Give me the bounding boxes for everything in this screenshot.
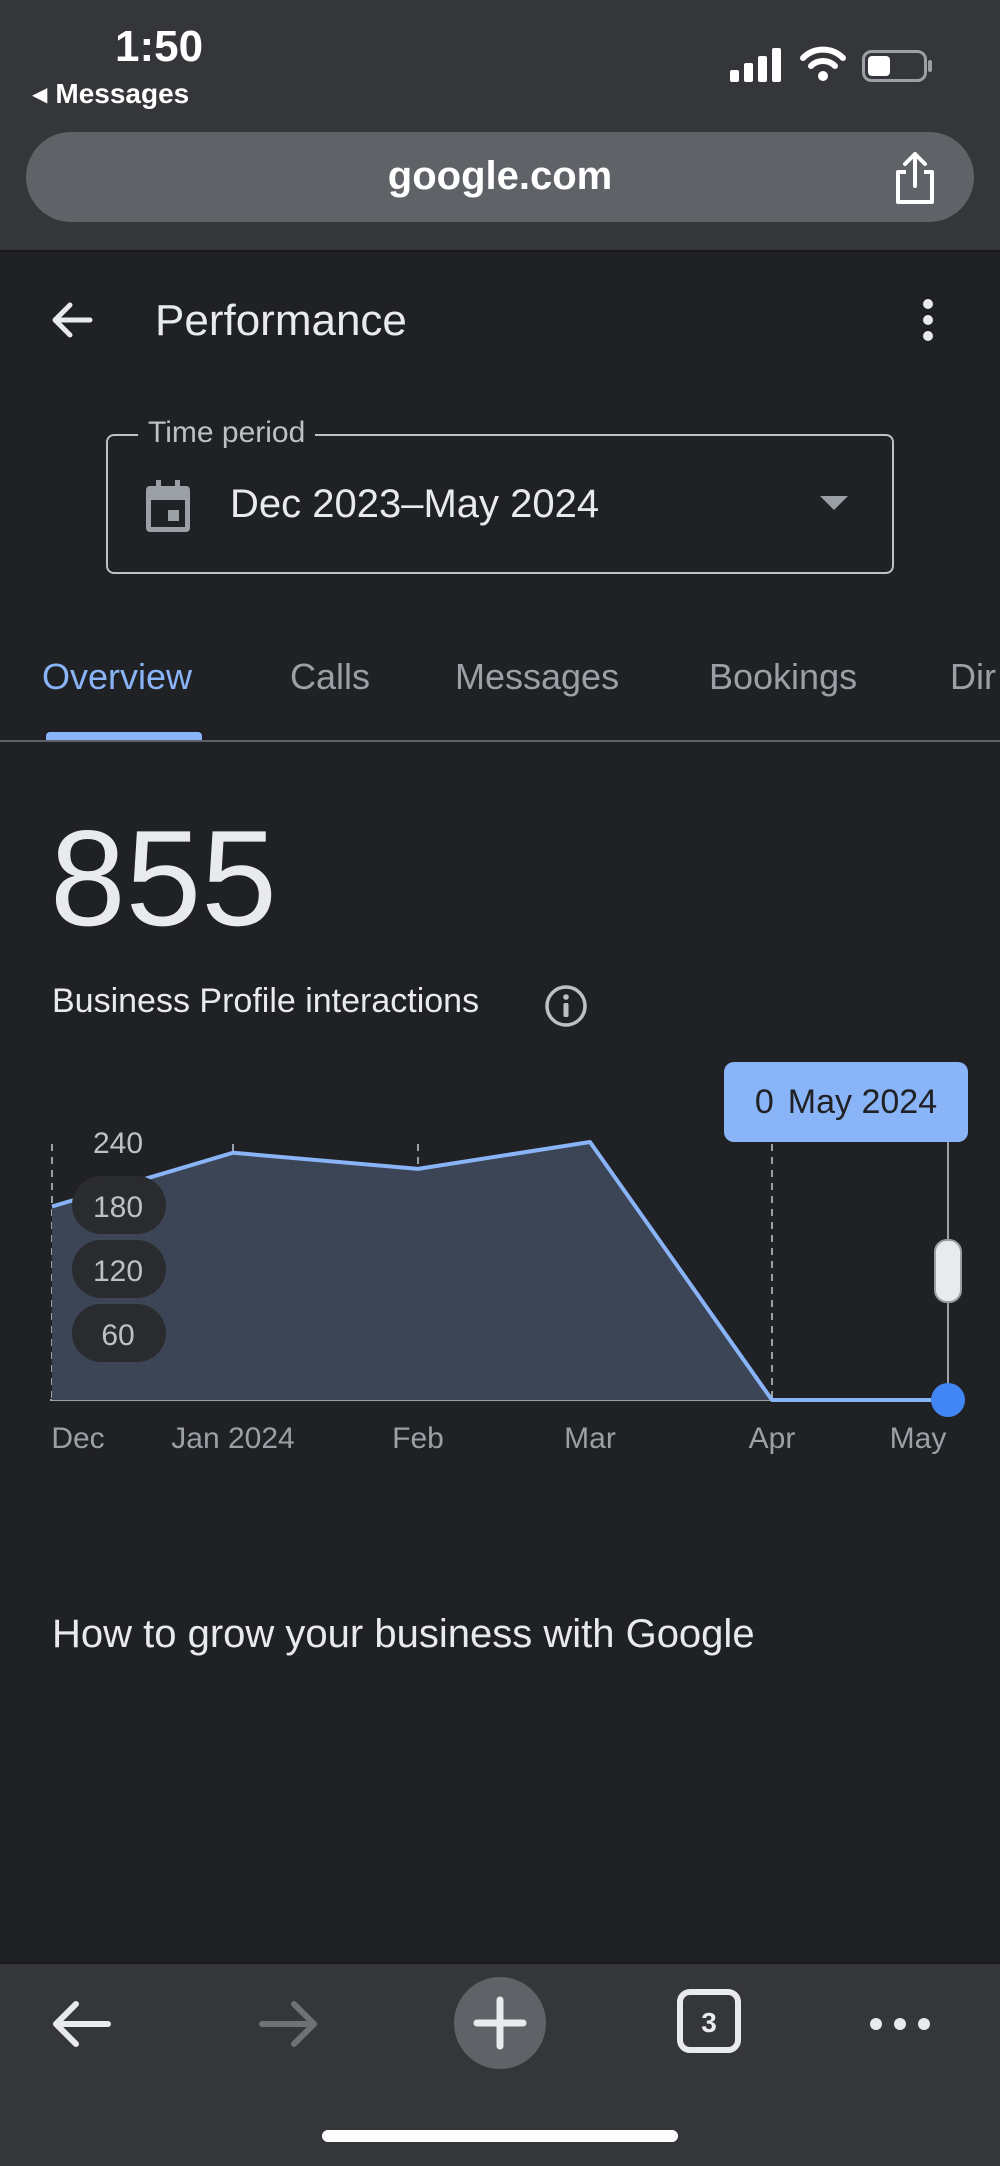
more-vertical-icon[interactable] — [916, 296, 940, 344]
home-indicator — [322, 2130, 678, 2142]
y-tick-label: 60 — [101, 1319, 134, 1352]
tab-directions[interactable]: Dir — [950, 656, 996, 698]
info-icon[interactable] — [544, 984, 588, 1028]
tooltip-value: 0 — [754, 1082, 774, 1121]
x-tick-label: Mar — [564, 1422, 616, 1455]
browser-forward-icon[interactable] — [258, 1998, 320, 2050]
tab-calls[interactable]: Calls — [290, 656, 370, 698]
arrow-left-icon[interactable] — [48, 296, 96, 344]
tab-switcher-icon[interactable]: 3 — [676, 1988, 742, 2054]
tab-messages[interactable]: Messages — [455, 656, 619, 698]
calendar-icon — [146, 480, 190, 532]
metric-label: Business Profile interactions — [52, 982, 480, 1020]
y-tick-label: 180 — [93, 1191, 143, 1224]
chart-cursor-handle[interactable] — [934, 1239, 962, 1303]
tab-bookings[interactable]: Bookings — [709, 656, 857, 698]
share-icon[interactable] — [890, 150, 940, 206]
status-time: 1:50 — [115, 22, 204, 71]
chart-area-fill — [52, 1142, 948, 1400]
tab-count: 3 — [701, 2007, 717, 2038]
address-bar[interactable]: google.com — [26, 132, 974, 222]
y-tick-label: 120 — [93, 1255, 143, 1288]
time-period-value: Dec 2023–May 2024 — [230, 482, 600, 526]
tab-overview[interactable]: Overview — [42, 656, 192, 698]
tooltip-month: May 2024 — [787, 1082, 938, 1121]
cell-signal-icon — [730, 48, 781, 82]
back-app-label: Messages — [55, 78, 190, 109]
x-tick-label: May — [890, 1422, 947, 1455]
caret-down-icon — [820, 496, 848, 510]
back-triangle-icon: ◀ — [32, 83, 48, 106]
x-tick-label: Feb — [392, 1422, 444, 1455]
section-heading: How to grow your business with Google — [52, 1612, 755, 1656]
x-tick-label: Jan 2024 — [171, 1422, 294, 1455]
back-to-app-link[interactable]: ◀ Messages — [32, 78, 189, 110]
x-tick-label: Apr — [749, 1422, 796, 1455]
page-title: Performance — [155, 296, 407, 345]
new-tab-icon[interactable] — [453, 1976, 547, 2070]
more-horizontal-icon[interactable] — [868, 2012, 932, 2036]
y-tick-label: 240 — [93, 1127, 143, 1160]
address-text: google.com — [387, 154, 613, 198]
tabs-divider — [0, 740, 1000, 742]
tab-bar: Overview Calls Messages Bookings Dir — [0, 640, 1000, 742]
x-tick-label: Dec — [51, 1422, 104, 1455]
wifi-icon — [800, 46, 846, 81]
metric-value: 855 — [50, 802, 277, 954]
chart-selected-point[interactable] — [931, 1383, 965, 1417]
battery-icon — [862, 50, 932, 82]
chart-tooltip: 0 May 2024 — [724, 1062, 968, 1142]
browser-back-icon[interactable] — [50, 1998, 112, 2050]
browser-top-area: 1:50 ◀ Messages google.com — [0, 0, 1000, 252]
time-period-label: Time period — [138, 416, 316, 450]
time-period-select[interactable]: Time period Dec 2023–May 2024 — [106, 416, 894, 574]
active-tab-indicator — [46, 732, 202, 740]
